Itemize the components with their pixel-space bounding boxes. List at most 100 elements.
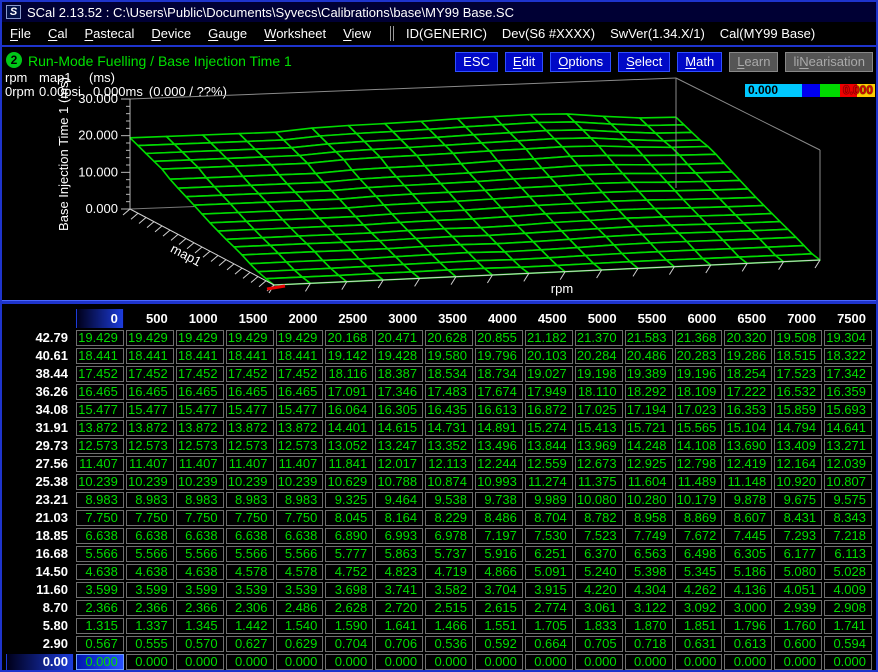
cell[interactable]: 4.262 bbox=[675, 582, 723, 598]
cell[interactable]: 7.750 bbox=[176, 510, 224, 526]
cell[interactable]: 1.851 bbox=[675, 618, 723, 634]
cell[interactable]: 13.052 bbox=[325, 438, 373, 454]
cell[interactable]: 10.788 bbox=[375, 474, 423, 490]
cell[interactable]: 9.738 bbox=[475, 492, 523, 508]
cell[interactable]: 15.477 bbox=[276, 402, 324, 418]
cell[interactable]: 16.353 bbox=[724, 402, 772, 418]
cell[interactable]: 16.359 bbox=[824, 384, 872, 400]
col-header-5000[interactable]: 5000 bbox=[575, 309, 623, 328]
cell[interactable]: 7.523 bbox=[575, 528, 623, 544]
row-header-23.21[interactable]: 23.21 bbox=[6, 492, 74, 508]
cell[interactable]: 11.375 bbox=[575, 474, 623, 490]
cell[interactable]: 15.477 bbox=[226, 402, 274, 418]
cell[interactable]: 11.407 bbox=[176, 456, 224, 472]
cell[interactable]: 13.409 bbox=[774, 438, 822, 454]
row-header-8.70[interactable]: 8.70 bbox=[6, 600, 74, 616]
cell[interactable]: 12.573 bbox=[226, 438, 274, 454]
row-header-38.44[interactable]: 38.44 bbox=[6, 366, 74, 382]
cell[interactable]: 15.721 bbox=[625, 420, 673, 436]
cell[interactable]: 0.627 bbox=[226, 636, 274, 652]
cell[interactable]: 6.993 bbox=[375, 528, 423, 544]
cell[interactable]: 17.949 bbox=[525, 384, 573, 400]
cell[interactable]: 10.807 bbox=[824, 474, 872, 490]
cell[interactable]: 16.465 bbox=[276, 384, 324, 400]
row-header-36.26[interactable]: 36.26 bbox=[6, 384, 74, 400]
cell[interactable]: 7.672 bbox=[675, 528, 723, 544]
cell[interactable]: 15.477 bbox=[76, 402, 124, 418]
menu-item-worksheet[interactable]: Worksheet bbox=[264, 26, 326, 41]
cell[interactable]: 4.719 bbox=[425, 564, 473, 580]
cell[interactable]: 9.325 bbox=[325, 492, 373, 508]
cell[interactable]: 10.239 bbox=[226, 474, 274, 490]
cell[interactable]: 14.248 bbox=[625, 438, 673, 454]
cell[interactable]: 3.582 bbox=[425, 582, 473, 598]
col-header-6500[interactable]: 6500 bbox=[724, 309, 772, 328]
cell[interactable]: 9.575 bbox=[824, 492, 872, 508]
cell[interactable]: 2.720 bbox=[375, 600, 423, 616]
cell[interactable]: 18.734 bbox=[475, 366, 523, 382]
cell[interactable]: 12.573 bbox=[176, 438, 224, 454]
cell[interactable]: 19.198 bbox=[575, 366, 623, 382]
cell[interactable]: 9.675 bbox=[774, 492, 822, 508]
cell[interactable]: 19.508 bbox=[774, 330, 822, 346]
cell[interactable]: 7.750 bbox=[276, 510, 324, 526]
cell[interactable]: 5.080 bbox=[774, 564, 822, 580]
cell[interactable]: 6.498 bbox=[675, 546, 723, 562]
cell[interactable]: 9.989 bbox=[525, 492, 573, 508]
cell[interactable]: 20.471 bbox=[375, 330, 423, 346]
cell[interactable]: 0.000 bbox=[226, 654, 274, 670]
col-header-2000[interactable]: 2000 bbox=[276, 309, 324, 328]
cell[interactable]: 4.823 bbox=[375, 564, 423, 580]
cell[interactable]: 18.322 bbox=[824, 348, 872, 364]
cell[interactable]: 20.283 bbox=[675, 348, 723, 364]
row-header-21.03[interactable]: 21.03 bbox=[6, 510, 74, 526]
cell[interactable]: 2.486 bbox=[276, 600, 324, 616]
cell[interactable]: 5.091 bbox=[525, 564, 573, 580]
cell[interactable]: 3.092 bbox=[675, 600, 723, 616]
cell[interactable]: 10.239 bbox=[76, 474, 124, 490]
cell[interactable]: 12.673 bbox=[575, 456, 623, 472]
cell[interactable]: 18.110 bbox=[575, 384, 623, 400]
cell[interactable]: 18.441 bbox=[126, 348, 174, 364]
cell[interactable]: 4.051 bbox=[774, 582, 822, 598]
cell[interactable]: 7.749 bbox=[625, 528, 673, 544]
cell[interactable]: 9.464 bbox=[375, 492, 423, 508]
col-header-1000[interactable]: 1000 bbox=[176, 309, 224, 328]
cell[interactable]: 2.366 bbox=[126, 600, 174, 616]
menu-item-pastecal[interactable]: Pastecal bbox=[84, 26, 134, 41]
cell[interactable]: 12.164 bbox=[774, 456, 822, 472]
cell[interactable]: 8.229 bbox=[425, 510, 473, 526]
cell[interactable]: 13.872 bbox=[176, 420, 224, 436]
options-button[interactable]: Options bbox=[550, 52, 611, 72]
cell[interactable]: 16.435 bbox=[425, 402, 473, 418]
cell[interactable]: 17.025 bbox=[575, 402, 623, 418]
cell[interactable]: 1.796 bbox=[724, 618, 772, 634]
cell[interactable]: 1.705 bbox=[525, 618, 573, 634]
cell[interactable]: 20.855 bbox=[475, 330, 523, 346]
cell[interactable]: 11.407 bbox=[276, 456, 324, 472]
cell[interactable]: 21.182 bbox=[525, 330, 573, 346]
cell[interactable]: 19.027 bbox=[525, 366, 573, 382]
cell[interactable]: 2.366 bbox=[76, 600, 124, 616]
cell[interactable]: 0.631 bbox=[675, 636, 723, 652]
cell[interactable]: 2.774 bbox=[525, 600, 573, 616]
cell[interactable]: 7.445 bbox=[724, 528, 772, 544]
cell[interactable]: 16.613 bbox=[475, 402, 523, 418]
cell[interactable]: 12.798 bbox=[675, 456, 723, 472]
cell[interactable]: 20.486 bbox=[625, 348, 673, 364]
cell[interactable]: 20.628 bbox=[425, 330, 473, 346]
cell[interactable]: 10.239 bbox=[126, 474, 174, 490]
cell[interactable]: 17.346 bbox=[375, 384, 423, 400]
cell[interactable]: 2.628 bbox=[325, 600, 373, 616]
cell[interactable]: 1.741 bbox=[824, 618, 872, 634]
cell[interactable]: 0.000 bbox=[375, 654, 423, 670]
cell[interactable]: 11.274 bbox=[525, 474, 573, 490]
cell[interactable]: 1.760 bbox=[774, 618, 822, 634]
cell[interactable]: 2.908 bbox=[824, 600, 872, 616]
cell[interactable]: 8.983 bbox=[226, 492, 274, 508]
cell[interactable]: 5.566 bbox=[276, 546, 324, 562]
cell[interactable]: 0.000 bbox=[76, 654, 124, 670]
cell[interactable]: 19.429 bbox=[226, 330, 274, 346]
cell[interactable]: 1.315 bbox=[76, 618, 124, 634]
row-header-18.85[interactable]: 18.85 bbox=[6, 528, 74, 544]
